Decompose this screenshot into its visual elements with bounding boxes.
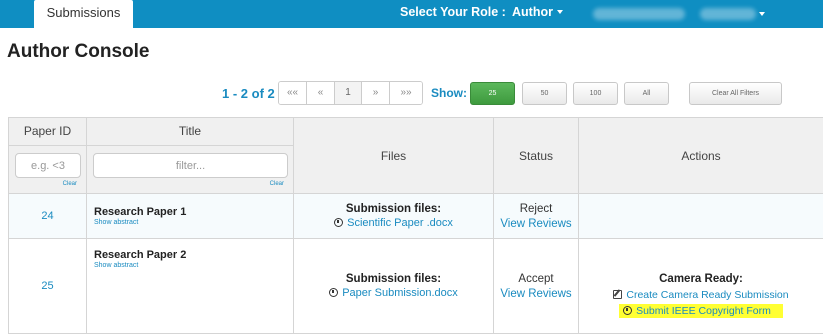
actions-cell — [578, 193, 823, 239]
actions-cell: Camera Ready: Create Camera Ready Submis… — [578, 238, 823, 334]
header-actions: Actions — [578, 117, 823, 194]
header-status[interactable]: Status — [493, 117, 579, 194]
header-files: Files — [293, 117, 494, 194]
chevron-down-icon — [556, 9, 563, 14]
submissions-table: Paper ID Title Files Status Actions e.g.… — [8, 117, 823, 334]
role-selector-label: Select Your Role : — [400, 5, 506, 19]
table-row: 25 Research Paper 2 Show abstract Submis… — [8, 238, 823, 334]
show-label: Show: — [431, 86, 467, 100]
pager-next-button[interactable]: » — [362, 82, 390, 104]
pager-page-1[interactable]: 1 — [335, 82, 362, 104]
title-clear-link[interactable]: Clear — [270, 181, 284, 187]
files-cell: Submission files: Paper Submission.docx — [293, 238, 494, 334]
tab-submissions[interactable]: Submissions — [34, 0, 133, 28]
show-abstract-link[interactable]: Show abstract — [94, 219, 286, 226]
copyright-highlight: Submit IEEE Copyright Form — [619, 304, 783, 318]
header-title[interactable]: Title — [86, 117, 294, 146]
file-download-link[interactable]: Scientific Paper .docx — [294, 217, 493, 229]
paper-id-filter-input[interactable]: e.g. <3 — [15, 153, 81, 178]
pager-last-button[interactable]: »» — [390, 82, 422, 104]
paper-id-filter-cell: e.g. <3 Clear — [8, 145, 87, 194]
role-dropdown[interactable]: Author — [512, 5, 563, 19]
submission-files-heading: Submission files: — [345, 273, 442, 285]
table-row: 24 Research Paper 1 Show abstract Submis… — [8, 193, 823, 239]
create-camera-ready-link[interactable]: Create Camera Ready Submission — [579, 289, 823, 301]
status-text: Accept — [518, 272, 554, 285]
files-cell: Submission files: Scientific Paper .docx — [293, 193, 494, 239]
paper-id-link[interactable]: 25 — [8, 238, 87, 334]
title-cell: Research Paper 2 Show abstract — [86, 238, 294, 334]
paper-id-clear-link[interactable]: Clear — [63, 181, 77, 187]
title-filter-cell: filter... Clear — [86, 145, 294, 194]
title-cell: Research Paper 1 Show abstract — [86, 193, 294, 239]
submit-copyright-form-link[interactable]: Submit IEEE Copyright Form — [579, 304, 823, 318]
status-cell: Reject View Reviews — [493, 193, 579, 239]
pager-count: 1 - 2 of 2 — [222, 86, 275, 101]
header-paper-id[interactable]: Paper ID — [8, 117, 87, 146]
clear-all-filters-button[interactable]: Clear All Filters — [689, 82, 782, 105]
file-download-link[interactable]: Paper Submission.docx — [294, 287, 493, 299]
view-reviews-link[interactable]: View Reviews — [494, 218, 578, 230]
page-title: Author Console — [7, 41, 150, 62]
view-reviews-link[interactable]: View Reviews — [494, 288, 578, 300]
create-camera-ready-label: Create Camera Ready Submission — [626, 289, 789, 301]
paper-title: Research Paper 2 — [94, 249, 187, 261]
paper-title: Research Paper 1 — [94, 206, 187, 218]
file-name: Scientific Paper .docx — [347, 217, 453, 229]
pager-first-button[interactable]: «« — [279, 82, 307, 104]
download-icon — [334, 218, 344, 227]
page-size-100-button[interactable]: 100 — [573, 82, 618, 105]
title-filter-input[interactable]: filter... — [93, 153, 288, 178]
status-text: Reject — [519, 202, 553, 215]
pagination: «« « 1 » »» — [278, 81, 423, 105]
camera-ready-heading: Camera Ready: — [659, 273, 743, 285]
file-name: Paper Submission.docx — [342, 287, 458, 299]
page-size-25-button[interactable]: 25 — [470, 82, 515, 105]
paper-id-link[interactable]: 24 — [8, 193, 87, 239]
chevron-down-icon[interactable] — [759, 12, 765, 16]
user-menu-redacted-2[interactable] — [700, 8, 756, 20]
submission-files-heading: Submission files: — [345, 203, 442, 215]
show-abstract-link[interactable]: Show abstract — [94, 262, 286, 269]
edit-icon — [613, 290, 623, 299]
pager-prev-button[interactable]: « — [307, 82, 335, 104]
role-dropdown-value: Author — [512, 5, 553, 19]
status-cell: Accept View Reviews — [493, 238, 579, 334]
page-size-all-button[interactable]: All — [624, 82, 669, 105]
download-icon — [329, 288, 339, 297]
top-navbar: Submissions Select Your Role : Author — [0, 0, 823, 28]
user-menu-redacted[interactable] — [593, 8, 685, 20]
copyright-form-label: Submit IEEE Copyright Form — [636, 305, 771, 317]
info-icon — [623, 306, 633, 315]
page-size-50-button[interactable]: 50 — [522, 82, 567, 105]
